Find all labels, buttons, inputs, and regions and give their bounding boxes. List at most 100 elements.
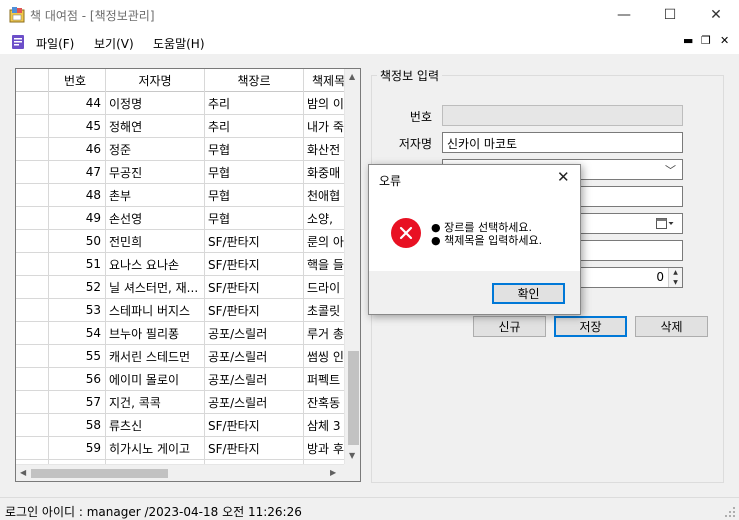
cell-genre[interactable]: 무협 [205,207,304,229]
book-grid[interactable]: 번호 저자명 책장르 책제목 44 이정명 추리 밤의 이 45 정해연 추리 내가 죽 46 정… [15,68,361,482]
cell-author[interactable]: 브누아 필리퐁 [106,322,205,344]
cell-number[interactable]: 56 [49,368,106,390]
header-author[interactable]: 저자명 [106,69,205,92]
cell-author[interactable]: 무공진 [106,161,205,183]
table-row[interactable]: 51 요나스 요나손 SF/판타지 핵을 들 [16,253,350,276]
cell-genre[interactable]: 공포/스릴러 [205,322,304,344]
cell-number[interactable]: 57 [49,391,106,413]
table-row[interactable]: 56 에이미 몰로이 공포/스릴러 퍼펙트 [16,368,350,391]
cell-author[interactable]: 캐서린 스테드먼 [106,345,205,367]
number-field[interactable] [442,105,683,126]
row-selector[interactable] [16,391,49,413]
cell-number[interactable]: 53 [49,299,106,321]
cell-author[interactable]: 닐 셔스터먼, 재... [106,276,205,298]
cell-number[interactable]: 45 [49,115,106,137]
cell-author[interactable]: 요나스 요나손 [106,253,205,275]
menu-file[interactable]: 파일(F) [36,35,74,52]
cell-number[interactable]: 48 [49,184,106,206]
table-row[interactable]: 57 지건, 콕콕 공포/스릴러 잔혹동 [16,391,350,414]
cell-genre[interactable]: 추리 [205,92,304,114]
cell-author[interactable]: 히가시노 게이고 [106,437,205,459]
table-row[interactable]: 45 정해연 추리 내가 죽 [16,115,350,138]
table-row[interactable]: 46 정준 무협 화산전 [16,138,350,161]
resize-grip-icon[interactable] [724,506,736,518]
cell-number[interactable]: 44 [49,92,106,114]
row-selector[interactable] [16,368,49,390]
cell-number[interactable]: 58 [49,414,106,436]
row-selector[interactable] [16,184,49,206]
menu-help[interactable]: 도움말(H) [153,35,205,52]
horizontal-scroll-thumb[interactable] [31,469,168,478]
save-button[interactable]: 저장 [554,316,627,337]
cell-genre[interactable]: 공포/스릴러 [205,345,304,367]
cell-number[interactable]: 52 [49,276,106,298]
cell-genre[interactable]: 공포/스릴러 [205,391,304,413]
table-row[interactable]: 44 이정명 추리 밤의 이 [16,92,350,115]
scroll-left-icon[interactable]: ◀ [20,468,26,477]
calendar-icon[interactable] [656,217,674,230]
table-row[interactable]: 55 캐서린 스테드먼 공포/스릴러 썸씽 인 [16,345,350,368]
row-selector[interactable] [16,92,49,114]
scroll-down-icon[interactable]: ▼ [349,451,355,460]
row-selector[interactable] [16,437,49,459]
cell-number[interactable]: 55 [49,345,106,367]
new-button[interactable]: 신규 [473,316,546,337]
cell-author[interactable]: 이정명 [106,92,205,114]
row-selector[interactable] [16,138,49,160]
cell-number[interactable]: 49 [49,207,106,229]
delete-button[interactable]: 삭제 [635,316,708,337]
cell-number[interactable]: 59 [49,437,106,459]
header-number[interactable]: 번호 [49,69,106,92]
vertical-scroll-thumb[interactable] [348,351,359,445]
table-row[interactable]: 54 브누아 필리퐁 공포/스릴러 루거 총 [16,322,350,345]
mdi-close-button[interactable]: ✕ [720,34,729,47]
cell-genre[interactable]: SF/판타지 [205,276,304,298]
cell-genre[interactable]: SF/판타지 [205,414,304,436]
row-selector[interactable] [16,253,49,275]
cell-author[interactable]: 에이미 몰로이 [106,368,205,390]
table-row[interactable]: 53 스테파니 버지스 SF/판타지 초콜릿 [16,299,350,322]
header-genre[interactable]: 책장르 [205,69,304,92]
cell-genre[interactable]: SF/판타지 [205,437,304,459]
mdi-restore-button[interactable]: ❐ [701,34,711,47]
close-button[interactable]: ✕ [693,0,739,30]
table-row[interactable]: 47 무공진 무협 화중매 [16,161,350,184]
spin-arrows-icon[interactable]: ▲ ▼ [668,268,682,287]
minimize-button[interactable]: — [601,0,647,30]
row-selector[interactable] [16,322,49,344]
cell-genre[interactable]: SF/판타지 [205,299,304,321]
cell-number[interactable]: 50 [49,230,106,252]
row-selector[interactable] [16,230,49,252]
author-field[interactable]: 신카이 마코토 [442,132,683,153]
cell-author[interactable]: 전민희 [106,230,205,252]
row-selector[interactable] [16,276,49,298]
cell-author[interactable]: 류츠신 [106,414,205,436]
maximize-button[interactable]: ☐ [647,0,693,30]
horizontal-scrollbar[interactable]: ◀ ▶ [16,464,344,481]
cell-number[interactable]: 47 [49,161,106,183]
cell-number[interactable]: 51 [49,253,106,275]
table-row[interactable]: 52 닐 셔스터먼, 재... SF/판타지 드라이 [16,276,350,299]
table-row[interactable]: 49 손선영 무협 소양, [16,207,350,230]
cell-genre[interactable]: SF/판타지 [205,230,304,252]
cell-genre[interactable]: 무협 [205,161,304,183]
cell-genre[interactable]: 무협 [205,138,304,160]
table-row[interactable]: 58 류츠신 SF/판타지 삼체 3 [16,414,350,437]
cell-author[interactable]: 정해연 [106,115,205,137]
chevron-down-icon[interactable]: ﹀ [665,162,676,178]
scroll-right-icon[interactable]: ▶ [330,468,336,477]
mdi-minimize-button[interactable]: ▬ [683,34,693,47]
row-selector[interactable] [16,414,49,436]
table-row[interactable]: 50 전민희 SF/판타지 룬의 아 [16,230,350,253]
cell-number[interactable]: 54 [49,322,106,344]
cell-author[interactable]: 촌부 [106,184,205,206]
vertical-scrollbar[interactable]: ▲ ▼ [344,69,360,464]
table-row[interactable]: 59 히가시노 게이고 SF/판타지 방과 후 [16,437,350,460]
row-selector[interactable] [16,345,49,367]
dialog-close-button[interactable]: ✕ [557,168,570,186]
cell-genre[interactable]: 무협 [205,184,304,206]
row-selector[interactable] [16,299,49,321]
cell-genre[interactable]: 공포/스릴러 [205,368,304,390]
row-selector[interactable] [16,207,49,229]
row-selector[interactable] [16,161,49,183]
